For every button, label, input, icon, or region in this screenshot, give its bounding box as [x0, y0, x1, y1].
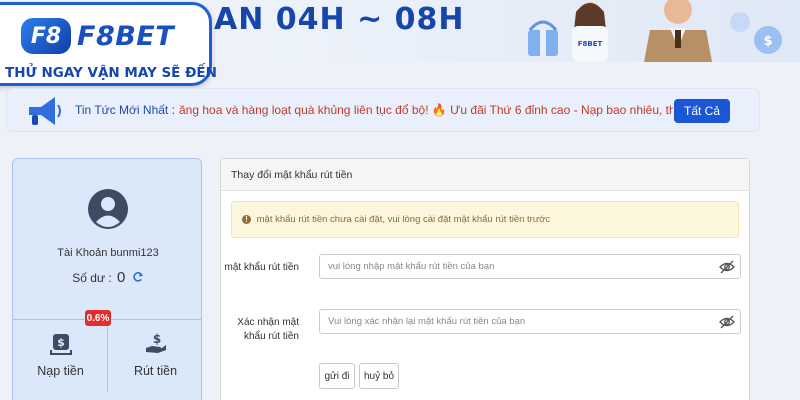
mascot-shirt-text: F8BET: [578, 40, 603, 48]
balance-label: Số dư :: [72, 271, 112, 285]
confirm-password-label: Xác nhận mật khẩu rút tiền: [237, 316, 299, 344]
account-panel: Tài Khoản bunmi123 Số dư : 0 0.6% $ Nạp …: [12, 158, 202, 400]
deposit-label: Nạp tiền: [37, 364, 84, 378]
deposit-icon: $: [50, 334, 72, 355]
brand-logo: F8 F8BET: [21, 18, 174, 54]
confirm-password-input[interactable]: [319, 309, 741, 334]
megaphone-icon: [29, 97, 61, 125]
balance-value: 0: [117, 269, 126, 286]
refresh-icon[interactable]: [132, 271, 144, 283]
confirm-password-label-line1: Xác nhận mật: [237, 317, 299, 328]
eye-off-icon[interactable]: [719, 260, 735, 274]
account-balance: Số dư : 0: [13, 269, 201, 286]
withdraw-password-label: mật khẩu rút tiền: [224, 262, 299, 273]
panel-title: Thay đổi mật khẩu rút tiền: [221, 159, 749, 191]
news-label: Tin Tức Mới Nhất :: [75, 103, 175, 117]
brand-logo-card[interactable]: F8 F8BET THỬ NGAY VẬN MAY SẼ ĐẾN: [0, 2, 217, 86]
news-marquee: ăng hoa và hàng loạt quà khủng liên tục …: [179, 89, 673, 133]
withdraw-tile[interactable]: $ Rút tiền: [108, 320, 201, 392]
svg-text:$: $: [57, 336, 65, 349]
news-ticker-bar: Tin Tức Mới Nhất : ăng hoa và hàng loạt …: [6, 88, 760, 132]
brand-name: F8BET: [77, 20, 175, 52]
quick-actions: 0.6% $ Nạp tiền $ Rút tiền: [13, 310, 201, 400]
banner-headline: AN 04H ~ 08H: [214, 2, 465, 37]
warning-icon: !: [242, 215, 251, 224]
eye-off-icon[interactable]: [719, 315, 735, 329]
banner-mascot-illustration: F8BET $: [528, 0, 782, 62]
submit-button[interactable]: gửi đi: [319, 363, 355, 389]
withdraw-icon: $: [146, 332, 166, 353]
change-withdraw-password-panel: Thay đổi mật khẩu rút tiền ! mật khẩu rú…: [220, 158, 750, 400]
news-ticker-text[interactable]: ăng hoa và hàng loạt quà khủng liên tục …: [179, 103, 673, 117]
brand-slogan: THỬ NGAY VẬN MAY SẼ ĐẾN: [5, 65, 217, 81]
logo-mark: F8: [21, 18, 71, 54]
avatar-icon: [88, 189, 128, 229]
svg-text:$: $: [153, 332, 161, 346]
account-name: Tài Khoản bunmi123: [57, 247, 159, 259]
news-all-button[interactable]: Tất Cả: [674, 99, 730, 123]
cancel-button[interactable]: huỷ bỏ: [359, 363, 399, 389]
deposit-tile[interactable]: 0.6% $ Nạp tiền: [13, 310, 111, 392]
confirm-password-label-line2: khẩu rút tiền: [243, 331, 299, 342]
warning-text: mật khẩu rút tiền chưa cài đặt, vui lòng…: [256, 214, 551, 225]
svg-text:$: $: [763, 34, 772, 49]
warning-alert: ! mật khẩu rút tiền chưa cài đặt, vui lò…: [231, 201, 739, 238]
withdraw-label: Rút tiền: [133, 364, 178, 378]
withdraw-password-input[interactable]: [319, 254, 741, 279]
